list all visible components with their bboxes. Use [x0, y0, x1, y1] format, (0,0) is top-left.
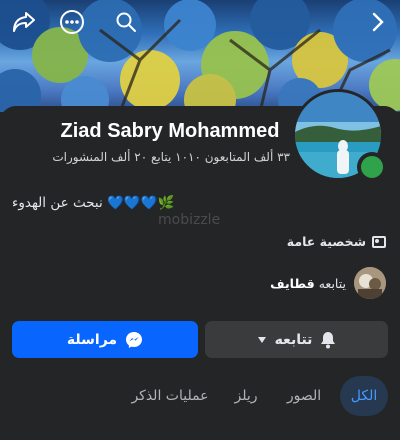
follower-avatar-image: [354, 267, 386, 299]
page-icon: [372, 235, 386, 248]
follower-avatar[interactable]: [354, 267, 386, 299]
mutual-follows-row[interactable]: يتابعه قطايف: [270, 267, 386, 299]
tab-mentions[interactable]: عمليات الذكر: [130, 376, 210, 416]
tab-all[interactable]: الكل: [340, 376, 388, 416]
profile-category: شخصية عامة: [286, 234, 366, 249]
mutual-follows-text: يتابعه قطايف: [270, 276, 346, 291]
tab-reels[interactable]: ريلز: [228, 376, 264, 416]
profile-bio: نبحث عن الهدوء 💙💙💙🌿: [12, 195, 175, 211]
message-button-label: مراسلة: [66, 331, 118, 348]
follows-name[interactable]: قطايف: [270, 276, 315, 291]
profile-tabs: الكل الصور ريلز عمليات الذكر: [0, 376, 400, 416]
watermark-text: mobizzle: [158, 212, 221, 228]
more-dots-icon: [60, 10, 84, 34]
message-button[interactable]: مراسلة: [12, 321, 198, 358]
caret-down-icon: [257, 336, 266, 343]
bell-icon: [321, 331, 336, 348]
chevron-right-icon: [372, 12, 384, 32]
following-button-label: تتابعه: [274, 331, 313, 348]
profile-category-row: شخصية عامة: [287, 234, 386, 249]
messenger-icon: [126, 331, 143, 348]
share-icon: [13, 12, 35, 32]
profile-name: Ziad Sabry Mohammed: [60, 120, 280, 142]
search-icon: [116, 12, 136, 32]
next-button[interactable]: [364, 8, 392, 36]
profile-stats[interactable]: ٣٣ ألف المتابعون ١٠١٠ يتابع ٢٠ ألف المنش…: [40, 150, 290, 164]
follows-label: يتابعه: [318, 275, 346, 291]
more-button[interactable]: [58, 8, 86, 36]
tab-photos[interactable]: الصور: [280, 376, 328, 416]
share-button[interactable]: [10, 8, 38, 36]
following-button[interactable]: تتابعه: [205, 321, 388, 358]
search-button[interactable]: [112, 8, 140, 36]
online-status-dot: [357, 152, 387, 182]
